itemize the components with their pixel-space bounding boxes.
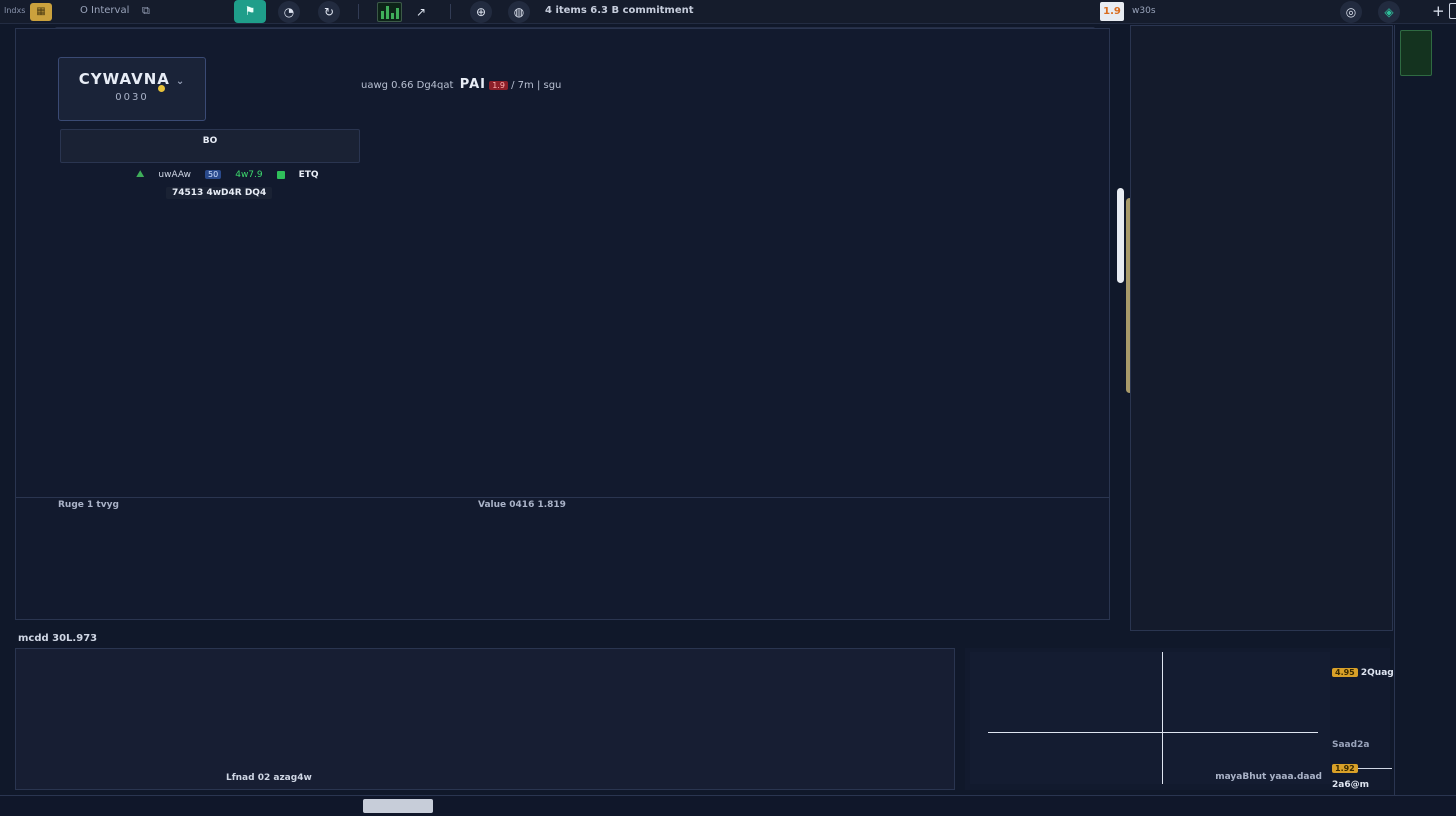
mini-chart-label: mayaBhut yaaa.daad xyxy=(1215,772,1322,782)
subchart-header: Ruge 1 tvyg Value 0416 1.819 xyxy=(58,500,1104,514)
bell-icon[interactable]: ◔ xyxy=(278,1,300,23)
refresh-icon[interactable]: ↻ xyxy=(318,1,340,23)
chart-thumbnail-icon[interactable] xyxy=(377,2,402,22)
globe-icon[interactable]: ⊕ xyxy=(470,1,492,23)
main-chart-card: CYWAVNA⌄ 0030 BO ⛰ uwAAw 50 4w7.9 ETQ 74… xyxy=(15,28,1110,620)
mini-chart-gutter: 4.95 2Quag Saad2a 1.92 2a6@m xyxy=(1330,648,1394,790)
time-scrollbar-thumb[interactable] xyxy=(363,799,433,813)
mini-chart-panel: mayaBhut yaaa.daad xyxy=(965,648,1390,790)
volume-line-chart[interactable] xyxy=(58,517,1104,601)
toolbar-divider xyxy=(450,4,451,19)
level-line xyxy=(1358,768,1392,769)
toolbar-divider xyxy=(358,4,359,19)
settings-icon[interactable]: ◎ xyxy=(1340,1,1362,23)
layout-icon[interactable]: ⧉ xyxy=(142,4,150,18)
menu-grid-icon[interactable]: ▦ xyxy=(30,3,52,21)
oscillator-panel: Lfnad 02 azag4w xyxy=(15,648,955,790)
price-tag: 1.92 xyxy=(1332,764,1358,773)
add-tab-button[interactable]: + xyxy=(1432,2,1445,20)
chart-scrollbar[interactable] xyxy=(1117,188,1124,283)
top-toolbar: Indxs ▦ O Interval ⧉ ⚑ ◔ ↻ ↗ ⊕ ◍ 4 items… xyxy=(0,0,1456,24)
window-frame-icon xyxy=(1449,3,1456,19)
oscillator-label: Lfnad 02 azag4w xyxy=(226,773,312,783)
candlestick-chart[interactable] xyxy=(58,61,1104,491)
panel-divider xyxy=(16,497,1109,498)
commitment-status: 4 items 6.3 B commitment xyxy=(545,5,694,16)
crosshair-vertical xyxy=(1162,652,1163,784)
flag-button[interactable]: ⚑ xyxy=(234,0,266,23)
watchlist-sidebar xyxy=(1130,25,1393,631)
app-label: Indxs xyxy=(4,6,25,15)
interval-selector[interactable]: O Interval xyxy=(80,5,129,16)
oscillator-chart[interactable] xyxy=(18,665,952,783)
session-label: w30s xyxy=(1132,6,1156,16)
price-tag: 4.95 xyxy=(1332,668,1358,677)
theme-icon[interactable]: ◈ xyxy=(1378,1,1400,23)
quote-column xyxy=(1396,235,1456,816)
macd-panel-label: mcdd 30L.973 xyxy=(18,633,97,644)
brand-logo[interactable]: 1.9 xyxy=(1100,2,1124,21)
user-icon[interactable]: ◍ xyxy=(508,1,530,23)
time-axis xyxy=(0,795,1456,816)
share-icon[interactable]: ↗ xyxy=(410,1,432,23)
column-divider xyxy=(1394,25,1395,816)
mini-candlestick-chart[interactable] xyxy=(970,652,1330,784)
mini-market-thumbnail[interactable] xyxy=(1400,30,1432,76)
trading-platform-screen: Indxs ▦ O Interval ⧉ ⚑ ◔ ↻ ↗ ⊕ ◍ 4 items… xyxy=(0,0,1456,816)
crosshair-horizontal xyxy=(988,732,1318,733)
